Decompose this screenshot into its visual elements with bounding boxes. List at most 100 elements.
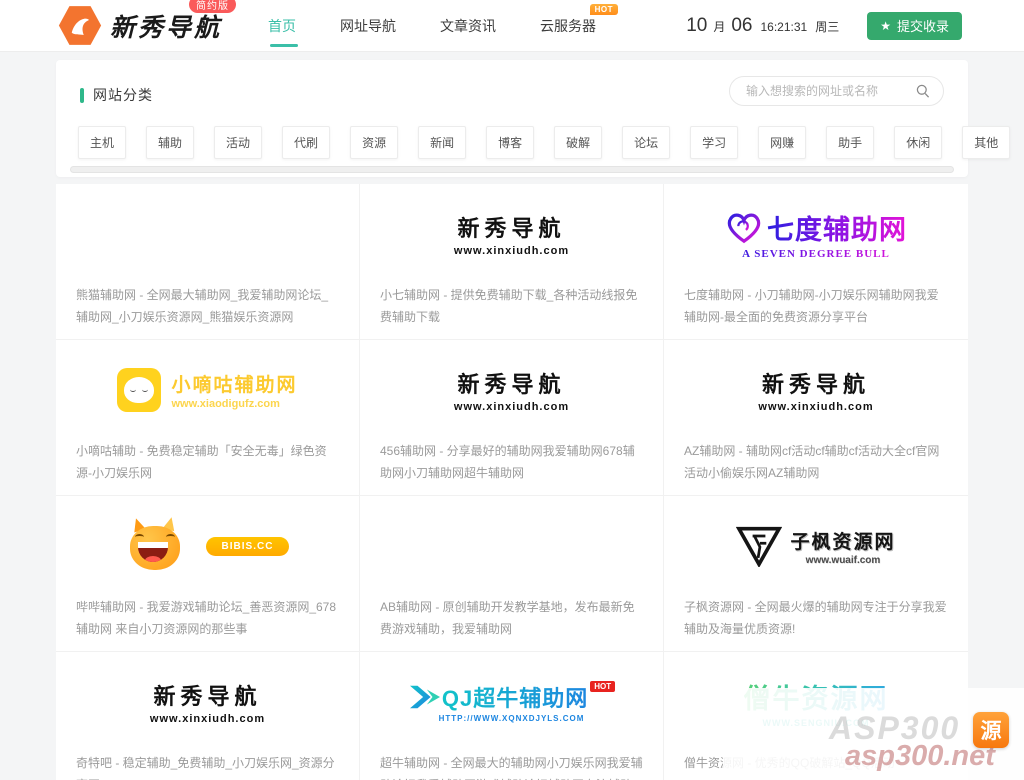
site-logo-area (76, 184, 339, 284)
site-card-qidu[interactable]: 七度辅助网 A SEVEN DEGREE BULL 七度辅助网 - 小刀辅助网-… (664, 184, 968, 340)
nav-item-label: 首页 (268, 16, 296, 36)
category-chip-ziyuan[interactable]: 资源 (350, 126, 398, 159)
site-logo-area: QJ超牛辅助网 HOT HTTP://WWW.XQNXDJYLS.COM (380, 652, 643, 752)
site-description: 超牛辅助网 - 全网最大的辅助网小刀娱乐网我爱辅助论坛我爱辅助网游戏辅助论坛辅助… (380, 752, 643, 780)
category-chip-qita[interactable]: 其他 (962, 126, 1010, 159)
category-chip-zhushou[interactable]: 助手 (826, 126, 874, 159)
hot-badge: HOT (590, 4, 618, 15)
day-number: 06 (731, 15, 752, 37)
panel-title-wrap: 网站分类 (80, 85, 153, 105)
month-number: 10 (686, 15, 707, 37)
site-card-xiongmao[interactable]: 熊猫辅助网 - 全网最大辅助网_我爱辅助网论坛_辅助网_小刀娱乐资源网_熊猫娱乐… (56, 184, 360, 340)
zifeng-logo: 子枫资源网 www.wuaif.com (736, 525, 895, 567)
clock-time: 16:21:31 (760, 20, 807, 34)
header: 新秀导航 简约版 首页 网址导航 文章资讯 云服务器 HOT 10 月 06 1… (0, 0, 1024, 52)
month-label: 月 (713, 18, 725, 35)
datetime-display: 10 月 06 16:21:31 周三 (686, 15, 839, 37)
site-description: 456辅助网 - 分享最好的辅助网我爱辅助网678辅助网小刀辅助网超牛辅助网 (380, 440, 643, 484)
bibis-logo: BIBIS.CC (126, 520, 290, 572)
site-description: 奇特吧 - 稳定辅助_免费辅助_小刀娱乐网_资源分享网 (76, 752, 339, 780)
category-chip-daishua[interactable]: 代刷 (282, 126, 330, 159)
category-chip-huodong[interactable]: 活动 (214, 126, 262, 159)
logo-subtitle: A SEVEN DEGREE BULL (725, 248, 907, 260)
xinxiu-logo: 新秀导航 www.xinxiudh.com (454, 367, 569, 413)
category-chip-fuzhu[interactable]: 辅助 (146, 126, 194, 159)
logo-domain: www.xinxiudh.com (758, 401, 873, 413)
site-card-chaoniu[interactable]: QJ超牛辅助网 HOT HTTP://WWW.XQNXDJYLS.COM 超牛辅… (360, 652, 664, 780)
nav-item-cloud-server[interactable]: 云服务器 HOT (540, 0, 596, 52)
category-chip-luntan[interactable]: 论坛 (622, 126, 670, 159)
site-description: 小七辅助网 - 提供免费辅助下载_各种活动线报免费辅助下载 (380, 284, 643, 328)
site-card-ab[interactable]: AB辅助网 - 原创辅助开发教学基地，发布最新免费游戏辅助，我爱辅助网 (360, 496, 664, 652)
nav-item-label: 云服务器 (540, 16, 596, 36)
site-card-zifeng[interactable]: 子枫资源网 www.wuaif.com 子枫资源网 - 全网最火爆的辅助网专注于… (664, 496, 968, 652)
category-chip-boke[interactable]: 博客 (486, 126, 534, 159)
logo-url: HTTP://WWW.XQNXDJYLS.COM (408, 714, 615, 723)
submit-button-label: 提交收录 (897, 16, 949, 35)
site-logo-area: BIBIS.CC (76, 496, 339, 596)
logo-text: 小嘀咕辅助网 (171, 370, 297, 397)
site-logo-area: 新秀导航 www.xinxiudh.com (380, 340, 643, 440)
asp300-watermark: ASP300 asp300.net 源 (723, 688, 1024, 780)
hot-badge: HOT (590, 681, 615, 692)
category-chip-row: 主机 辅助 活动 代刷 资源 新闻 博客 破解 论坛 学习 网赚 助手 休闲 其… (56, 106, 968, 159)
category-chip-xinwen[interactable]: 新闻 (418, 126, 466, 159)
site-card-456[interactable]: 新秀导航 www.xinxiudh.com 456辅助网 - 分享最好的辅助网我… (360, 340, 664, 496)
category-chip-pojie[interactable]: 破解 (554, 126, 602, 159)
site-logo-area (380, 496, 643, 596)
fox-logo-icon (58, 5, 102, 47)
category-chip-zhuji[interactable]: 主机 (78, 126, 126, 159)
main-nav: 首页 网址导航 文章资讯 云服务器 HOT (268, 0, 640, 52)
submit-site-button[interactable]: ★ 提交收录 (867, 12, 962, 40)
logo-text: 新秀导航 (454, 211, 569, 243)
logo-text: 子枫资源网 (790, 527, 895, 554)
weekday: 周三 (815, 18, 839, 35)
nav-item-articles[interactable]: 文章资讯 (440, 0, 496, 52)
category-chip-xiuxian[interactable]: 休闲 (894, 126, 942, 159)
nav-item-label: 网址导航 (340, 16, 396, 36)
logo-version-badge: 简约版 (189, 0, 236, 13)
search-icon[interactable] (915, 83, 931, 99)
search-box[interactable] (729, 76, 944, 106)
xiaodigu-logo: 小嘀咕辅助网 www.xiaodigufz.com (117, 368, 297, 412)
logo-domain: www.wuaif.com (790, 555, 895, 566)
logo-domain: www.xinxiudh.com (150, 713, 265, 725)
logo-text: QJ超牛辅助网 (442, 681, 588, 713)
logo-text: 新秀导航 (454, 367, 569, 399)
site-card-xiaoqi[interactable]: 新秀导航 www.xinxiudh.com 小七辅助网 - 提供免费辅助下载_各… (360, 184, 664, 340)
cat-icon (126, 520, 184, 572)
watermark-domain: asp300.net (845, 740, 995, 773)
chaoniu-logo: QJ超牛辅助网 HOT HTTP://WWW.XQNXDJYLS.COM (408, 681, 615, 723)
nav-item-url-nav[interactable]: 网址导航 (340, 0, 396, 52)
site-logo-area: 新秀导航 www.xinxiudh.com (380, 184, 643, 284)
logo-text: 新秀导航 (150, 679, 265, 711)
nav-item-home[interactable]: 首页 (268, 0, 296, 52)
xinxiu-logo: 新秀导航 www.xinxiudh.com (454, 211, 569, 257)
title-accent-bar (80, 88, 84, 103)
site-description: AB辅助网 - 原创辅助开发教学基地，发布最新免费游戏辅助，我爱辅助网 (380, 596, 643, 640)
panel-title: 网站分类 (93, 85, 153, 105)
site-description: 小嘀咕辅助 - 免费稳定辅助「安全无毒」绿色资源-小刀娱乐网 (76, 440, 339, 484)
horizontal-scrollbar[interactable] (70, 166, 954, 173)
triangle-f-icon (736, 525, 782, 567)
site-logo-area: 新秀导航 www.xinxiudh.com (684, 340, 948, 440)
qidu-logo: 七度辅助网 A SEVEN DEGREE BULL (725, 208, 907, 260)
category-chip-wangzhuan[interactable]: 网赚 (758, 126, 806, 159)
category-chip-xuexi[interactable]: 学习 (690, 126, 738, 159)
site-card-az[interactable]: 新秀导航 www.xinxiudh.com AZ辅助网 - 辅助网cf活动cf辅… (664, 340, 968, 496)
nav-item-label: 文章资讯 (440, 16, 496, 36)
site-card-qiteba[interactable]: 新秀导航 www.xinxiudh.com 奇特吧 - 稳定辅助_免费辅助_小刀… (56, 652, 360, 780)
site-logo-area: 小嘀咕辅助网 www.xiaodigufz.com (76, 340, 339, 440)
site-card-xiaodigu[interactable]: 小嘀咕辅助网 www.xiaodigufz.com 小嘀咕辅助 - 免费稳定辅助… (56, 340, 360, 496)
site-card-bibi[interactable]: BIBIS.CC 哔哔辅助网 - 我爱游戏辅助论坛_善恶资源网_678辅助网 来… (56, 496, 360, 652)
xinxiu-logo: 新秀导航 www.xinxiudh.com (150, 679, 265, 725)
site-logo-area: 新秀导航 www.xinxiudh.com (76, 652, 339, 752)
search-input[interactable] (746, 84, 915, 98)
xinxiu-logo: 新秀导航 www.xinxiudh.com (758, 367, 873, 413)
site-logo-area: 子枫资源网 www.wuaif.com (684, 496, 948, 596)
category-panel: 网站分类 主机 辅助 活动 代刷 资源 新闻 博客 破解 论坛 学习 网赚 助手… (56, 60, 968, 177)
logo-domain: www.xiaodigufz.com (171, 398, 297, 410)
site-description: 哔哔辅助网 - 我爱游戏辅助论坛_善恶资源网_678辅助网 来自小刀资源网的那些… (76, 596, 339, 640)
logo-domain: www.xinxiudh.com (454, 245, 569, 257)
site-logo[interactable]: 新秀导航 简约版 (58, 5, 222, 47)
